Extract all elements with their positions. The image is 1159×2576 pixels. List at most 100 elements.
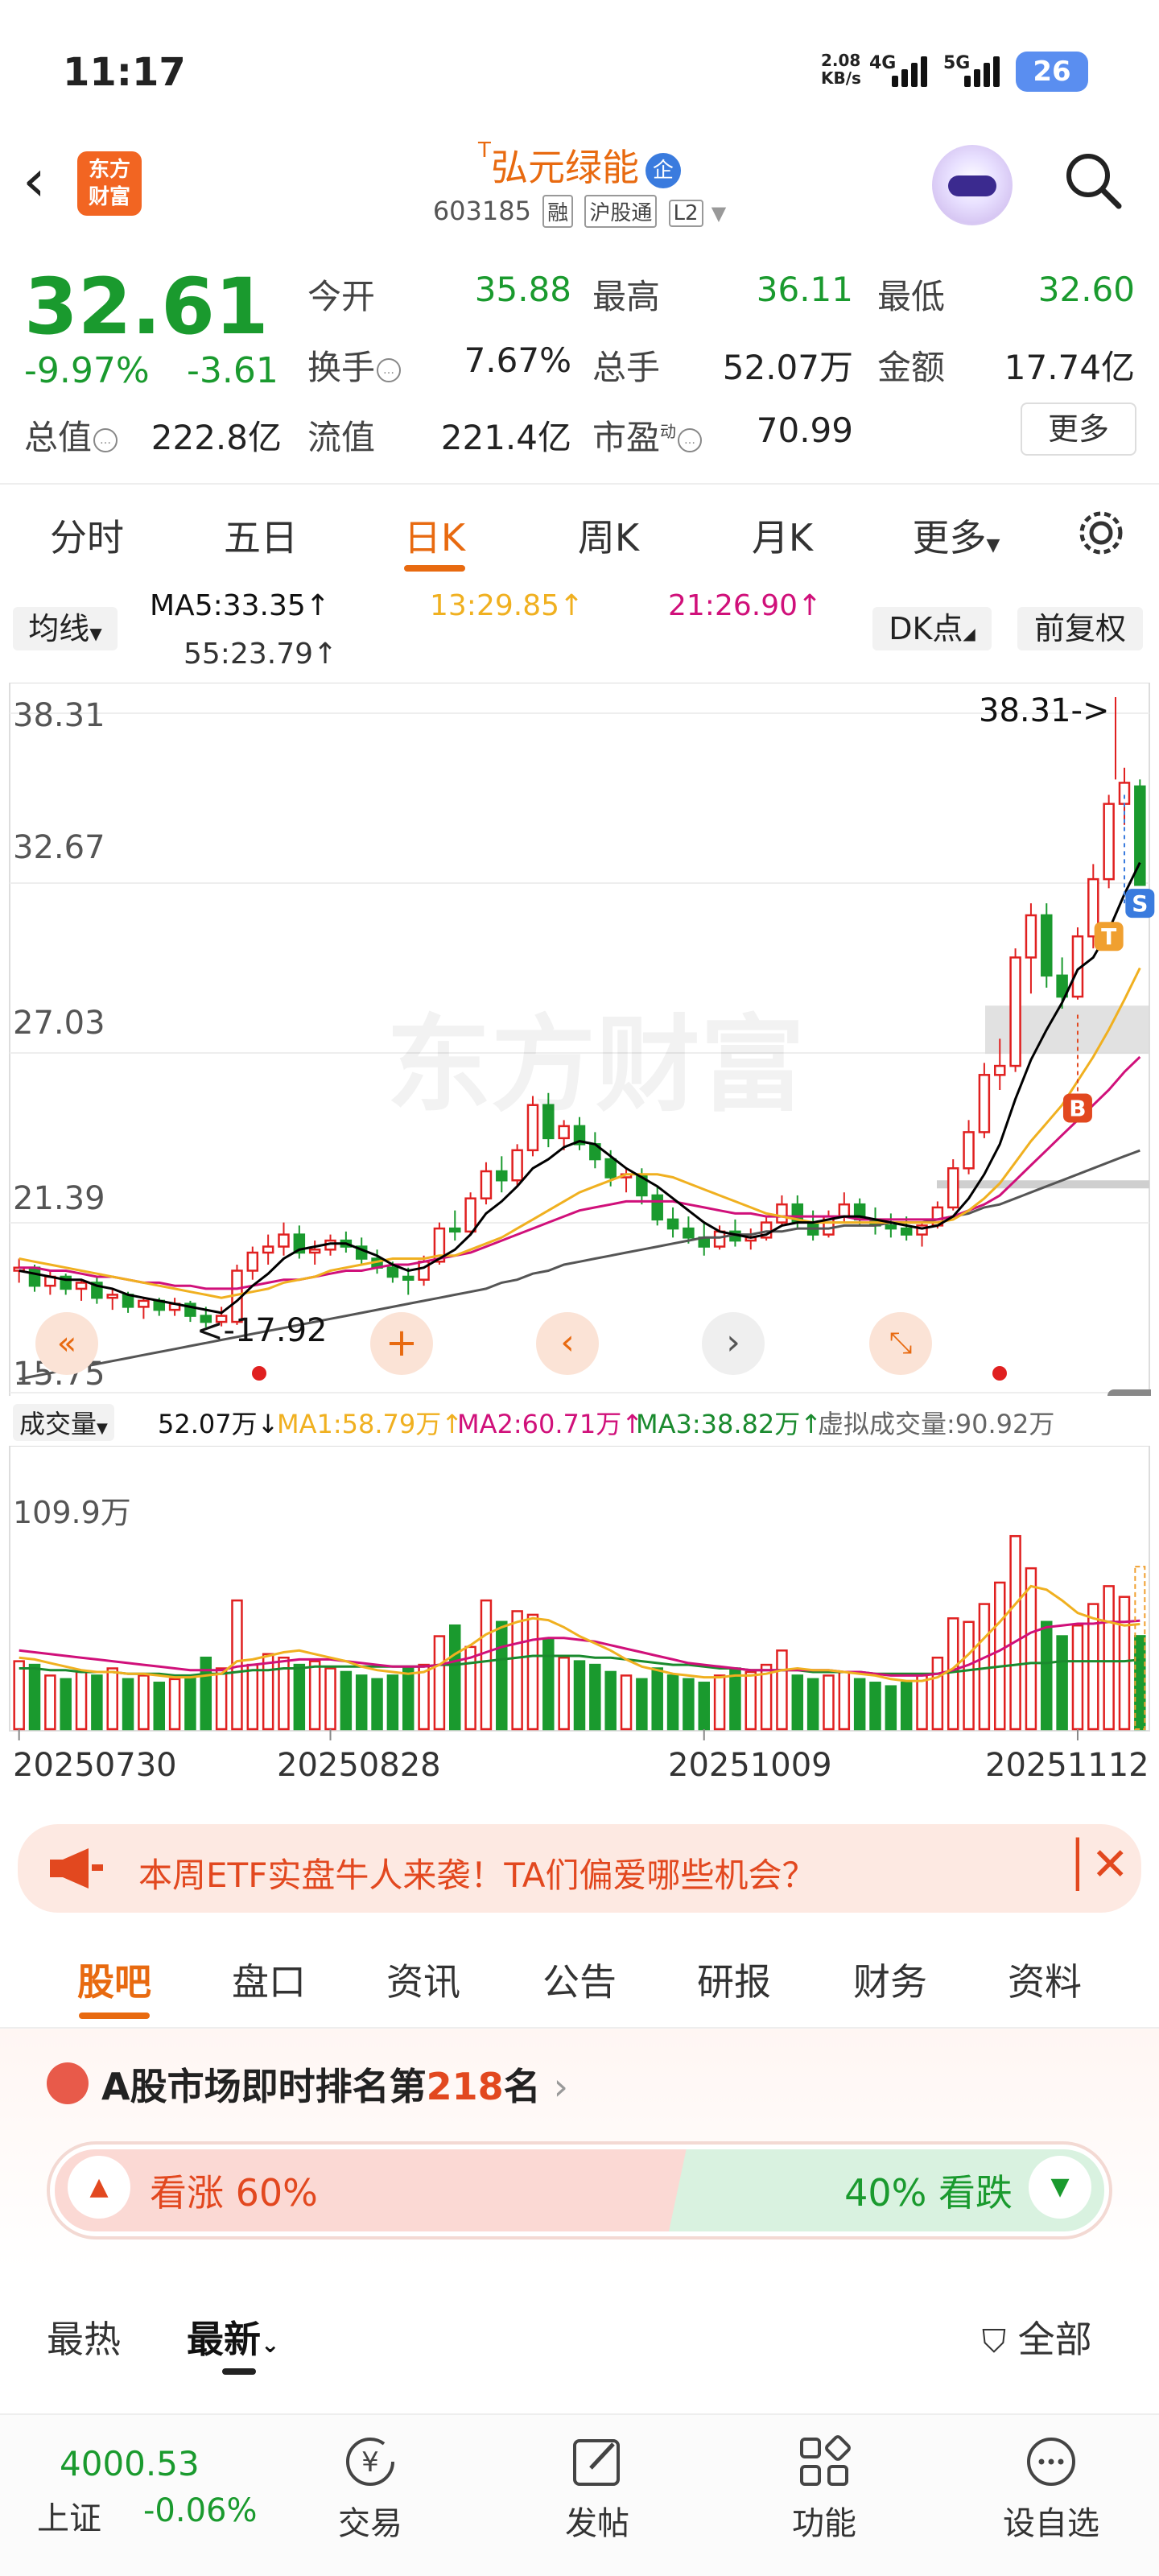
zoom-in-icon[interactable]: + [370, 1312, 433, 1375]
volume-bar [916, 1674, 928, 1731]
change-amount: -3.61 [187, 350, 278, 391]
more-quote-button[interactable]: 更多 [1021, 402, 1136, 456]
mktcap-label: 总值… [24, 411, 118, 460]
tab-research[interactable]: 研报 [670, 1953, 798, 2006]
info-icon[interactable]: … [93, 427, 118, 452]
trade-icon: ¥ [346, 2438, 394, 2486]
signal-s-marker: S [1132, 890, 1148, 917]
arrow-up-icon[interactable]: ▲ [68, 2156, 130, 2219]
volume-bar [776, 1649, 788, 1731]
candle-body [651, 1194, 663, 1221]
close-icon[interactable]: │✕ [1064, 1839, 1129, 1891]
tab-pankou[interactable]: 盘口 [204, 1953, 333, 2006]
volume-bar [604, 1670, 617, 1731]
indicator-selector[interactable]: 均线▼ [13, 607, 118, 650]
candle-body [480, 1170, 493, 1199]
volume-bar [791, 1674, 804, 1731]
tab-finance[interactable]: 财务 [826, 1953, 955, 2006]
max-price-marker: 38.31-> [979, 692, 1110, 729]
tab-announcements[interactable]: 公告 [515, 1953, 644, 2006]
signal-bars-icon [892, 53, 940, 87]
volume-bar [200, 1656, 212, 1731]
nav-watchlist[interactable]: 设自选 [987, 2431, 1116, 2544]
volume-value: 52.07万 [722, 348, 853, 387]
candle-body [885, 1224, 897, 1230]
candle-body [449, 1227, 461, 1233]
dk-point-button[interactable]: DK点◢ [872, 607, 992, 650]
kline-chart[interactable]: STB 38.31 32.67 27.03 21.39 15.75 东方财富 3… [0, 683, 1159, 1818]
sort-hot[interactable]: 最热 [47, 2310, 121, 2363]
info-icon[interactable]: … [377, 357, 402, 382]
grid-icon [800, 2435, 851, 2486]
volume-bar [138, 1674, 150, 1731]
candle-body [1025, 914, 1037, 959]
tab-monthly-k[interactable]: 月K [718, 509, 847, 562]
candle-body [138, 1299, 150, 1308]
volume-bar [418, 1663, 430, 1731]
volume-bar [636, 1678, 648, 1731]
info-icon[interactable]: … [678, 427, 703, 452]
gear-icon[interactable] [1075, 507, 1127, 559]
candle-body [278, 1233, 290, 1248]
date-label-2: 20250828 [277, 1747, 441, 1784]
min-price-marker: <-17.92 [196, 1312, 328, 1349]
candle-body [106, 1294, 118, 1299]
candle-body [713, 1230, 726, 1248]
volume-bar [838, 1670, 851, 1731]
turnover-label: 换手… [307, 341, 402, 390]
volume-value-label: 52.07万↓ [158, 1409, 279, 1439]
tab-news[interactable]: 资讯 [359, 1953, 488, 2006]
candle-body [978, 1074, 991, 1133]
filter-all[interactable]: ⛉ 全部 [982, 2310, 1092, 2363]
sort-latest[interactable]: 最新⌄ [187, 2310, 279, 2363]
ranking-section: A股市场即时排名第218名 › ▲ 看涨 60% 40% 看跌 ▼ [0, 2029, 1159, 2270]
nav-trade[interactable]: ¥ 交易 [306, 2431, 435, 2544]
search-icon[interactable] [1061, 148, 1125, 213]
signal-t-marker: T [1101, 923, 1116, 950]
active-tab-underline [404, 565, 465, 572]
ranking-title[interactable]: A股市场即时排名第218名 › [101, 2058, 568, 2111]
promo-banner[interactable]: 本周ETF实盘牛人来袭！TA们偏爱哪些机会？ │✕ [18, 1824, 1141, 1913]
volume-bar [91, 1674, 103, 1731]
megaphone-icon [50, 1848, 103, 1889]
chevron-left-icon[interactable]: ‹ [536, 1312, 599, 1375]
ma13-label: 13:29.85↑ [430, 589, 584, 622]
chevron-right-icon[interactable]: › [702, 1312, 765, 1375]
tab-five-day[interactable]: 五日 [196, 509, 325, 562]
edit-icon [573, 2439, 620, 2486]
tab-weekly-k[interactable]: 周K [544, 509, 673, 562]
volume-indicator-selector[interactable]: 成交量▼ [13, 1404, 114, 1441]
candle-body [1041, 914, 1053, 977]
nav-post[interactable]: 发帖 [533, 2431, 662, 2544]
candle-body [900, 1227, 913, 1236]
battery-icon: 26 [1016, 52, 1088, 92]
tab-guba[interactable]: 股吧 [50, 1953, 179, 2006]
volume-bar [1071, 1624, 1084, 1731]
volume-bar [106, 1667, 118, 1731]
event-dot [992, 1366, 1007, 1381]
tab-daily-k[interactable]: 日K [370, 509, 499, 562]
chart-canvas[interactable]: ST B [0, 683, 1159, 1818]
expand-icon[interactable]: ⤡ [869, 1312, 932, 1375]
volume-bar [744, 1670, 757, 1731]
assistant-robot-icon[interactable] [932, 145, 1013, 225]
hgt-tag: 沪股通 [584, 195, 658, 228]
index-value[interactable]: 4000.53 [60, 2444, 200, 2483]
volume-bar [1025, 1567, 1037, 1731]
svg-text:¥: ¥ [361, 2446, 379, 2479]
volume-bar [1056, 1635, 1068, 1731]
arrow-down-icon[interactable]: ▼ [1029, 2156, 1091, 2219]
active-tab-underline [79, 2013, 150, 2019]
nav-functions[interactable]: 功能 [760, 2431, 889, 2544]
tab-profile[interactable]: 资料 [980, 1953, 1109, 2006]
tab-more[interactable]: 更多▼ [892, 509, 1021, 562]
volume-bar [963, 1620, 975, 1731]
candle-body [28, 1266, 41, 1287]
candle-body [402, 1275, 415, 1281]
volume-bar [683, 1678, 695, 1731]
volume-bar [496, 1620, 508, 1731]
tab-intraday[interactable]: 分时 [23, 509, 151, 562]
volume-bar [480, 1599, 493, 1731]
price-adjust-button[interactable]: 前复权 [1017, 607, 1143, 650]
fast-rewind-icon[interactable]: « [35, 1312, 98, 1375]
